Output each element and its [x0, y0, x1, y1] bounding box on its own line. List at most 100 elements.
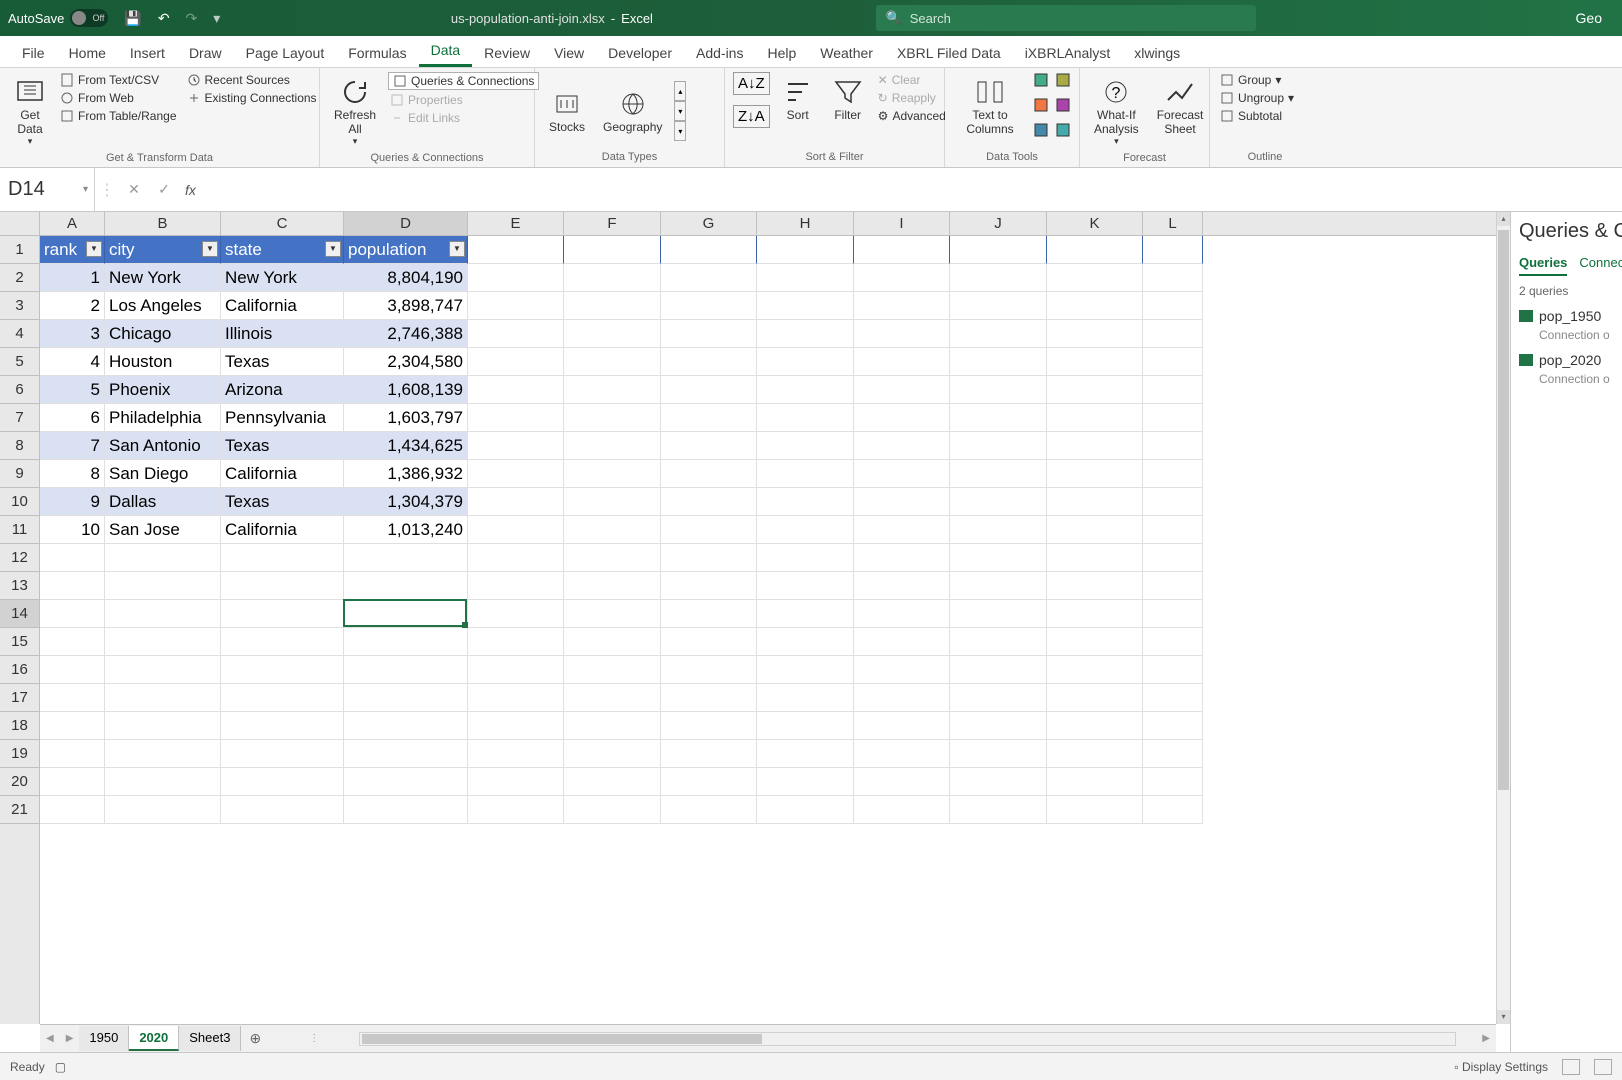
cell[interactable]	[564, 544, 661, 572]
cell[interactable]	[950, 404, 1047, 432]
table-cell[interactable]: 4	[40, 348, 105, 376]
cell[interactable]	[950, 320, 1047, 348]
table-cell[interactable]: Illinois	[221, 320, 344, 348]
subtotal-button[interactable]: Subtotal	[1218, 108, 1296, 124]
macro-record-icon[interactable]: ▢	[55, 1060, 66, 1074]
table-cell[interactable]: 1,603,797	[344, 404, 468, 432]
cell[interactable]	[950, 292, 1047, 320]
horizontal-scrollbar[interactable]	[359, 1032, 1456, 1046]
add-sheet-icon[interactable]: ⊕	[241, 1030, 269, 1047]
cell[interactable]	[661, 544, 757, 572]
cell[interactable]	[564, 432, 661, 460]
cell[interactable]	[564, 488, 661, 516]
qat-more-icon[interactable]: ▾	[205, 10, 228, 27]
cell[interactable]	[105, 684, 221, 712]
cell[interactable]	[564, 768, 661, 796]
cell[interactable]	[468, 376, 564, 404]
cell[interactable]	[1143, 600, 1203, 628]
select-all-corner[interactable]	[0, 212, 40, 236]
data-validation-button[interactable]	[1033, 122, 1049, 143]
scroll-up-icon[interactable]: ▴	[1497, 212, 1510, 226]
cell[interactable]	[564, 404, 661, 432]
from-text-csv-button[interactable]: From Text/CSV	[58, 72, 179, 88]
existing-connections-button[interactable]: Existing Connections	[185, 90, 319, 106]
account-label[interactable]: Geo	[1556, 10, 1622, 26]
cell[interactable]	[757, 572, 854, 600]
cell[interactable]	[1047, 684, 1143, 712]
table-header-cell[interactable]: rank▼	[40, 236, 105, 264]
cell[interactable]	[757, 404, 854, 432]
filter-dropdown-icon[interactable]: ▼	[86, 241, 102, 257]
autosave-toggle[interactable]: Off	[70, 9, 108, 27]
relationships-button[interactable]	[1055, 97, 1071, 118]
row-header[interactable]: 10	[0, 488, 39, 516]
cell[interactable]	[1047, 236, 1143, 264]
column-header[interactable]: E	[468, 212, 564, 235]
table-cell[interactable]: California	[221, 292, 344, 320]
row-header[interactable]: 4	[0, 320, 39, 348]
cell[interactable]	[344, 684, 468, 712]
filter-button[interactable]: Filter	[826, 72, 870, 126]
cell[interactable]	[854, 600, 950, 628]
sort-button[interactable]: Sort	[776, 72, 820, 126]
cell[interactable]	[105, 628, 221, 656]
cell[interactable]	[950, 376, 1047, 404]
from-table-range-button[interactable]: From Table/Range	[58, 108, 179, 124]
cell[interactable]	[468, 768, 564, 796]
filter-dropdown-icon[interactable]: ▼	[325, 241, 341, 257]
cell[interactable]	[1047, 292, 1143, 320]
cell[interactable]	[854, 684, 950, 712]
table-cell[interactable]: 2,304,580	[344, 348, 468, 376]
cell[interactable]	[854, 488, 950, 516]
search-box[interactable]: 🔍 Search	[876, 5, 1256, 31]
cell[interactable]	[854, 656, 950, 684]
row-header[interactable]: 21	[0, 796, 39, 824]
get-data-button[interactable]: Get Data▾	[8, 72, 52, 151]
table-cell[interactable]: 1,434,625	[344, 432, 468, 460]
cell[interactable]	[854, 404, 950, 432]
query-item[interactable]: pop_2020	[1519, 352, 1614, 368]
forecast-sheet-button[interactable]: Forecast Sheet	[1151, 72, 1210, 140]
cell[interactable]	[468, 544, 564, 572]
cell[interactable]	[661, 796, 757, 824]
queries-connections-button[interactable]: Queries & Connections	[388, 72, 539, 90]
cell[interactable]	[468, 572, 564, 600]
cell[interactable]	[661, 712, 757, 740]
data-types-down[interactable]: ▾	[674, 101, 686, 121]
cell[interactable]	[950, 544, 1047, 572]
cell[interactable]	[661, 348, 757, 376]
cell[interactable]	[344, 600, 468, 628]
table-cell[interactable]: 2	[40, 292, 105, 320]
cell[interactable]	[757, 740, 854, 768]
tab-nav-next-icon[interactable]: ▶	[60, 1033, 80, 1044]
cell[interactable]	[564, 656, 661, 684]
ribbon-tab-add-ins[interactable]: Add-ins	[684, 39, 755, 67]
cell[interactable]	[950, 712, 1047, 740]
ribbon-tab-page-layout[interactable]: Page Layout	[234, 39, 337, 67]
tab-nav-prev-icon[interactable]: ◀	[40, 1033, 60, 1044]
properties-button[interactable]: Properties	[388, 92, 539, 108]
table-cell[interactable]: 1,304,379	[344, 488, 468, 516]
table-cell[interactable]: Chicago	[105, 320, 221, 348]
cell[interactable]	[854, 320, 950, 348]
ribbon-tab-formulas[interactable]: Formulas	[336, 39, 418, 67]
cell[interactable]	[344, 712, 468, 740]
data-types-up[interactable]: ▴	[674, 81, 686, 101]
table-cell[interactable]: San Diego	[105, 460, 221, 488]
cell[interactable]	[1143, 516, 1203, 544]
cell[interactable]	[221, 740, 344, 768]
cell[interactable]	[661, 264, 757, 292]
cell[interactable]	[661, 292, 757, 320]
table-cell[interactable]: Pennsylvania	[221, 404, 344, 432]
refresh-all-button[interactable]: Refresh All▾	[328, 72, 382, 151]
cell[interactable]	[854, 292, 950, 320]
stocks-button[interactable]: Stocks	[543, 84, 591, 138]
cell[interactable]	[1143, 264, 1203, 292]
clear-button[interactable]: ✕Clear	[876, 72, 948, 88]
column-header[interactable]: L	[1143, 212, 1203, 235]
cell[interactable]	[854, 740, 950, 768]
filter-dropdown-icon[interactable]: ▼	[202, 241, 218, 257]
cell[interactable]	[757, 432, 854, 460]
scroll-thumb[interactable]	[1498, 230, 1509, 790]
row-header[interactable]: 13	[0, 572, 39, 600]
